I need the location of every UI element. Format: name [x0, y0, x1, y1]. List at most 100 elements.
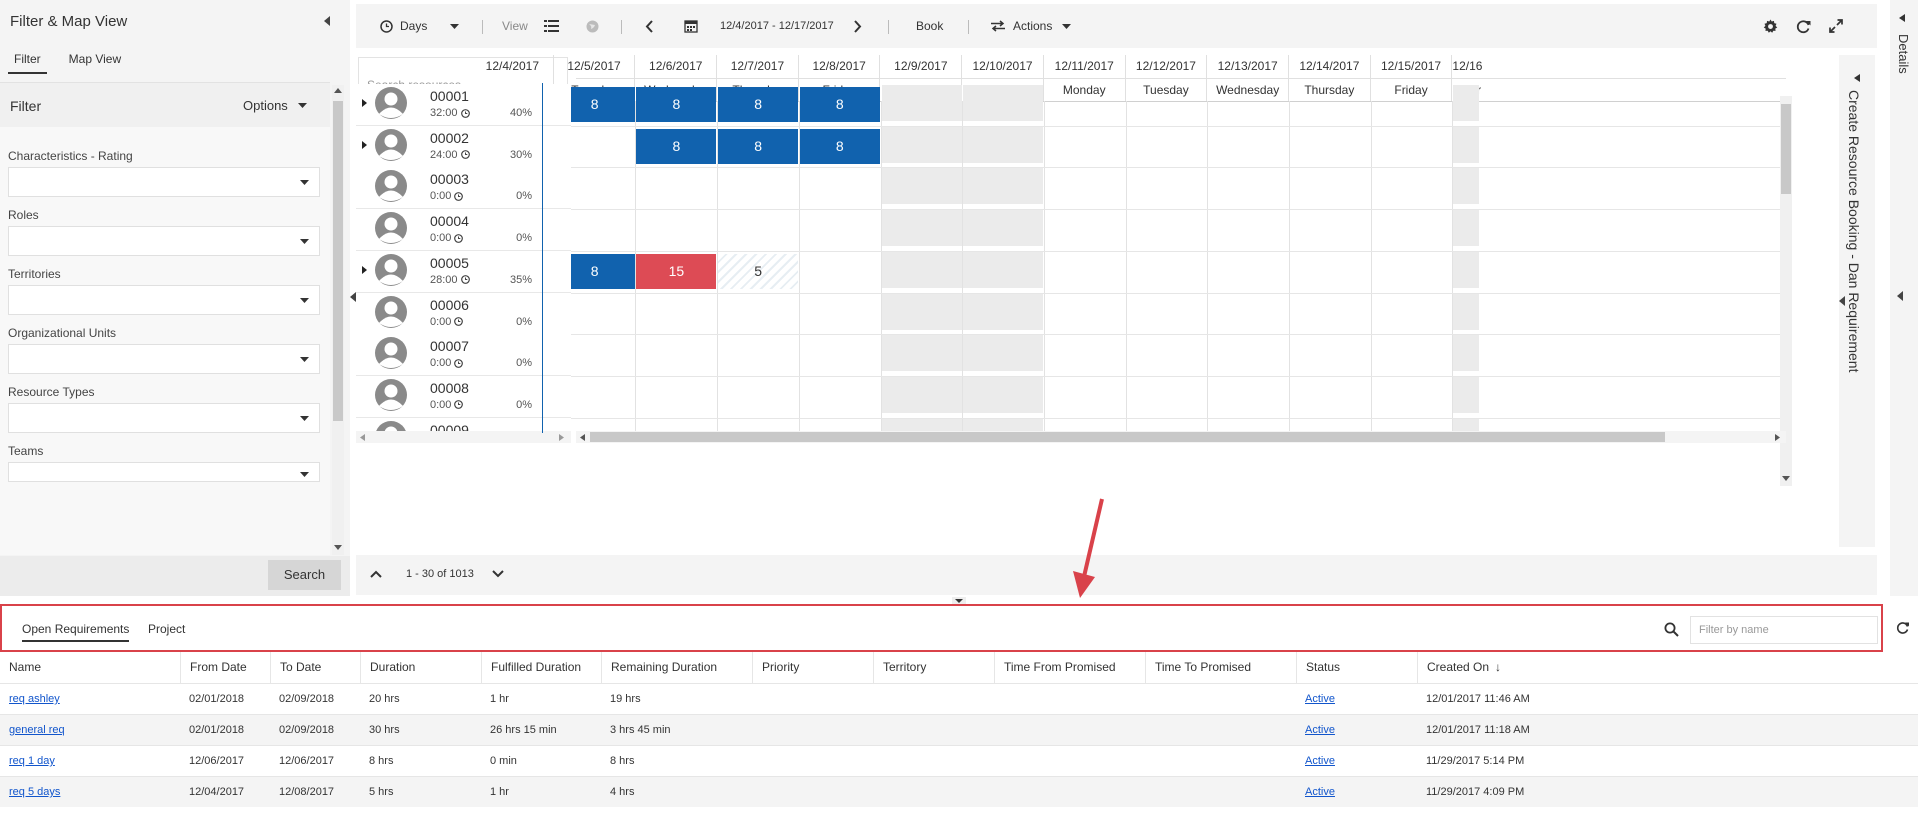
- filter-scrollbar[interactable]: [332, 85, 344, 555]
- calendar-icon[interactable]: [684, 4, 698, 48]
- options-dropdown[interactable]: Options: [243, 98, 307, 113]
- column-header[interactable]: Name: [0, 652, 180, 683]
- hscroll-thumb[interactable]: [590, 432, 1665, 442]
- column-header[interactable]: Time To Promised: [1145, 652, 1296, 683]
- booking-block[interactable]: 8: [799, 87, 880, 122]
- resource-row[interactable]: 00001 32:00 40%: [356, 84, 571, 126]
- scroll-left-icon[interactable]: [580, 434, 585, 441]
- collapse-panel-icon[interactable]: [1854, 74, 1860, 82]
- booking-block[interactable]: 15: [636, 253, 717, 289]
- expand-row-icon[interactable]: [362, 140, 367, 149]
- resource-row[interactable]: 00002 24:00 30%: [356, 125, 571, 168]
- scroll-down-icon[interactable]: [334, 545, 342, 550]
- requirement-name-link[interactable]: req 5 days: [0, 777, 60, 808]
- chevron-down-icon: [300, 298, 309, 303]
- expand-details-icon[interactable]: [1897, 291, 1903, 301]
- collapse-details-icon[interactable]: [1899, 14, 1905, 22]
- territories-select[interactable]: [8, 285, 320, 315]
- column-header[interactable]: Created On ↓: [1417, 652, 1918, 683]
- table-row[interactable]: req 1 day 12/06/2017 12/06/2017 8 hrs 0 min 8…: [0, 745, 1918, 776]
- table-row[interactable]: req 5 days 12/04/2017 12/08/2017 5 hrs 1 hr 4…: [0, 776, 1918, 807]
- column-header[interactable]: Fulfilled Duration: [481, 652, 601, 683]
- tab-map-view[interactable]: Map View: [63, 48, 127, 74]
- field-label-org-units: Organizational Units: [8, 326, 117, 340]
- column-header[interactable]: Priority: [752, 652, 873, 683]
- expand-panel-icon[interactable]: [1839, 296, 1845, 306]
- resource-row[interactable]: 00005 28:00 35%: [356, 250, 571, 293]
- column-header[interactable]: Remaining Duration: [601, 652, 752, 683]
- column-header[interactable]: Territory: [873, 652, 994, 683]
- next-range-icon[interactable]: [854, 4, 862, 48]
- refresh-icon[interactable]: [1796, 4, 1811, 48]
- vscroll-thumb[interactable]: [1781, 104, 1791, 194]
- resource-row[interactable]: 00006 0:00 0%: [356, 292, 571, 335]
- settings-gear-icon[interactable]: [1763, 4, 1778, 48]
- globe-icon[interactable]: [586, 4, 599, 48]
- scroll-left-icon[interactable]: [360, 434, 365, 441]
- resource-row[interactable]: 00004 0:00 0%: [356, 209, 571, 252]
- requirement-name-link[interactable]: req 1 day: [0, 746, 55, 777]
- scroll-down-icon[interactable]: [1782, 476, 1790, 481]
- resource-hscrollbar[interactable]: [356, 431, 571, 443]
- row-divider: [472, 250, 1786, 252]
- expand-icon[interactable]: [1829, 4, 1843, 48]
- search-button[interactable]: Search: [268, 560, 341, 590]
- timeline-hscrollbar[interactable]: [576, 431, 1786, 443]
- filter-by-name-input[interactable]: Filter by name: [1690, 616, 1878, 644]
- booking-block[interactable]: 8: [718, 87, 799, 122]
- scroll-up-icon[interactable]: [334, 88, 342, 93]
- column-header[interactable]: Status: [1296, 652, 1417, 683]
- page-down-icon[interactable]: [492, 570, 504, 578]
- status-link[interactable]: Active: [1296, 715, 1335, 746]
- teams-select[interactable]: [8, 462, 320, 482]
- page-up-icon[interactable]: [370, 570, 382, 578]
- days-dropdown[interactable]: Days: [380, 4, 460, 48]
- booking-block[interactable]: 8: [718, 128, 799, 164]
- resource-types-select[interactable]: [8, 403, 320, 433]
- previous-range-icon[interactable]: [645, 4, 653, 48]
- tab-open-requirements[interactable]: Open Requirements: [22, 622, 130, 642]
- resource-row[interactable]: 00007 0:00 0%: [356, 334, 571, 377]
- table-row[interactable]: general req 02/01/2018 02/09/2018 30 hrs 26 …: [0, 714, 1918, 745]
- requirement-name-link[interactable]: req ashley: [0, 684, 60, 715]
- sort-descending-icon[interactable]: ↓: [1495, 660, 1501, 674]
- characteristics-select[interactable]: [8, 167, 320, 197]
- field-label-teams: Teams: [8, 444, 44, 458]
- table-row[interactable]: req ashley 02/01/2018 02/09/2018 20 hrs 1 hr…: [0, 683, 1918, 714]
- status-link[interactable]: Active: [1296, 777, 1335, 808]
- booking-block[interactable]: 5: [718, 253, 799, 289]
- status-link[interactable]: Active: [1296, 746, 1335, 777]
- resource-row[interactable]: 00003 0:00 0%: [356, 167, 571, 210]
- details-side-panel[interactable]: [1890, 0, 1918, 596]
- list-view-icon[interactable]: [544, 4, 559, 48]
- booking-block[interactable]: 8: [636, 128, 717, 164]
- scroll-right-icon[interactable]: [559, 434, 564, 441]
- org-units-select[interactable]: [8, 344, 320, 374]
- tab-project[interactable]: Project: [148, 622, 185, 640]
- scrollbar-thumb[interactable]: [333, 101, 343, 421]
- date-header-date: 12/4/2017: [485, 59, 540, 73]
- booking-block[interactable]: 8: [799, 128, 880, 164]
- expand-row-icon[interactable]: [362, 99, 367, 107]
- date-range[interactable]: 12/4/2017 - 12/17/2017: [720, 4, 834, 48]
- details-label[interactable]: Details: [1896, 34, 1911, 74]
- booking-block[interactable]: 8: [636, 87, 717, 122]
- book-button[interactable]: Book: [916, 4, 943, 48]
- expand-row-icon[interactable]: [362, 265, 367, 274]
- search-icon[interactable]: [1664, 622, 1679, 637]
- requirement-name-link[interactable]: general req: [0, 715, 65, 746]
- refresh-requirements-icon[interactable]: [1896, 621, 1910, 635]
- weekend-cell: [881, 85, 962, 121]
- tab-filter[interactable]: Filter: [8, 48, 47, 74]
- column-header[interactable]: From Date: [180, 652, 270, 683]
- resource-row[interactable]: 00008 0:00 0%: [356, 375, 571, 418]
- timeline-vscrollbar[interactable]: [1780, 96, 1792, 486]
- column-header[interactable]: To Date: [270, 652, 360, 683]
- column-header[interactable]: Time From Promised: [994, 652, 1145, 683]
- scroll-right-icon[interactable]: [1775, 434, 1780, 441]
- column-header[interactable]: Duration: [360, 652, 481, 683]
- actions-dropdown[interactable]: Actions: [990, 4, 1072, 48]
- status-link[interactable]: Active: [1296, 684, 1335, 715]
- collapse-left-icon[interactable]: [323, 16, 331, 26]
- roles-select[interactable]: [8, 226, 320, 256]
